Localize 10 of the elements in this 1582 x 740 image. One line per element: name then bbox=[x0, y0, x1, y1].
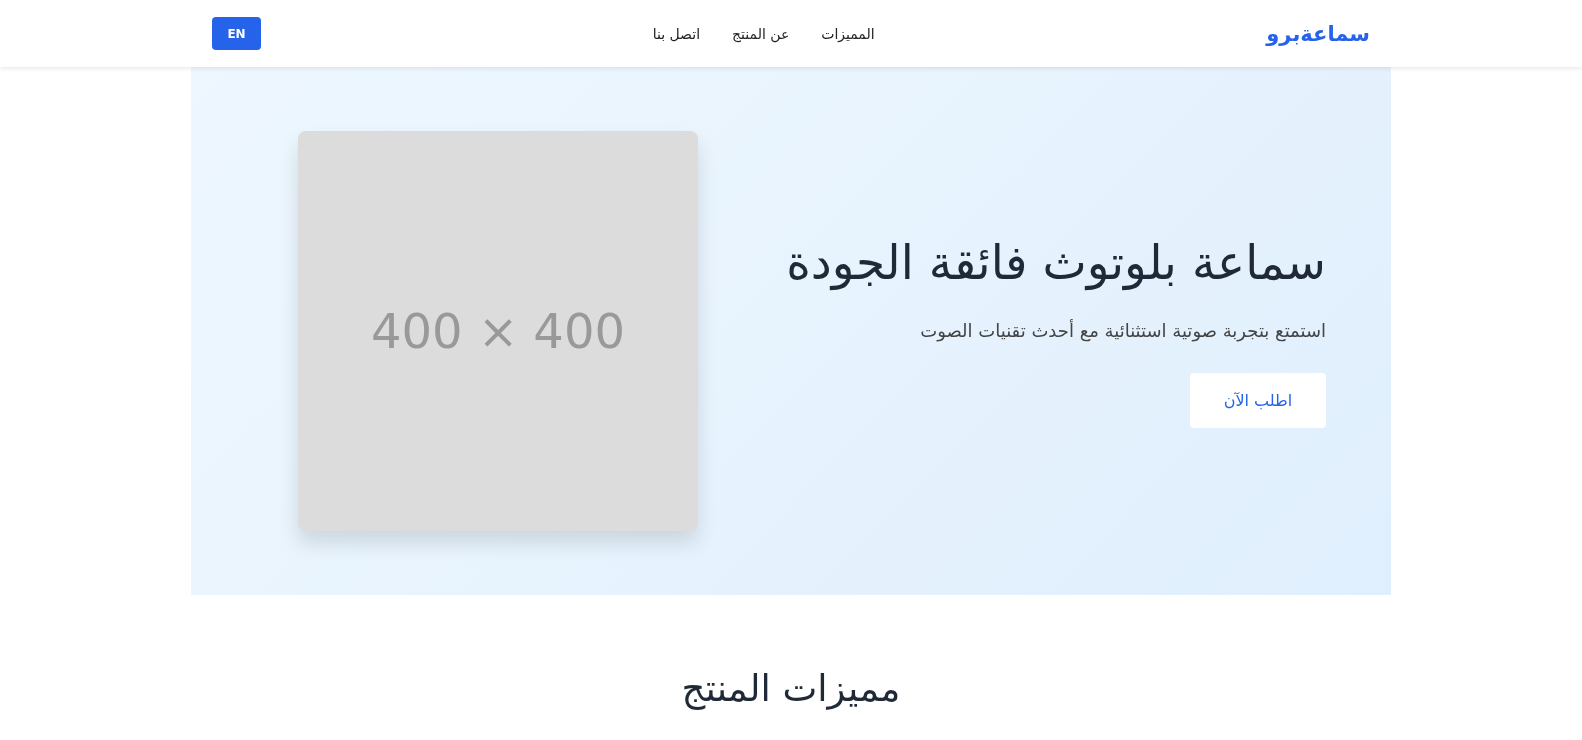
hero-subtitle: استمتع بتجربة صوتية استثنائية مع أحدث تقنيات الصوت bbox=[920, 319, 1326, 341]
image-size-label: 400 × 400 bbox=[371, 303, 625, 359]
logo[interactable]: سماعةبرو bbox=[1266, 21, 1370, 46]
section-title: مميزات المنتج bbox=[680, 667, 902, 710]
language-button[interactable]: EN bbox=[212, 17, 261, 50]
nav-link[interactable]: اتصل بنا bbox=[652, 25, 701, 42]
nav-link[interactable]: عن المنتج bbox=[732, 25, 790, 42]
order-button[interactable]: اطلب الآن bbox=[1190, 372, 1326, 428]
hero-title: سماعة بلوتوث فائقة الجودة bbox=[786, 234, 1326, 290]
nav-link[interactable]: المميزات bbox=[821, 25, 875, 42]
